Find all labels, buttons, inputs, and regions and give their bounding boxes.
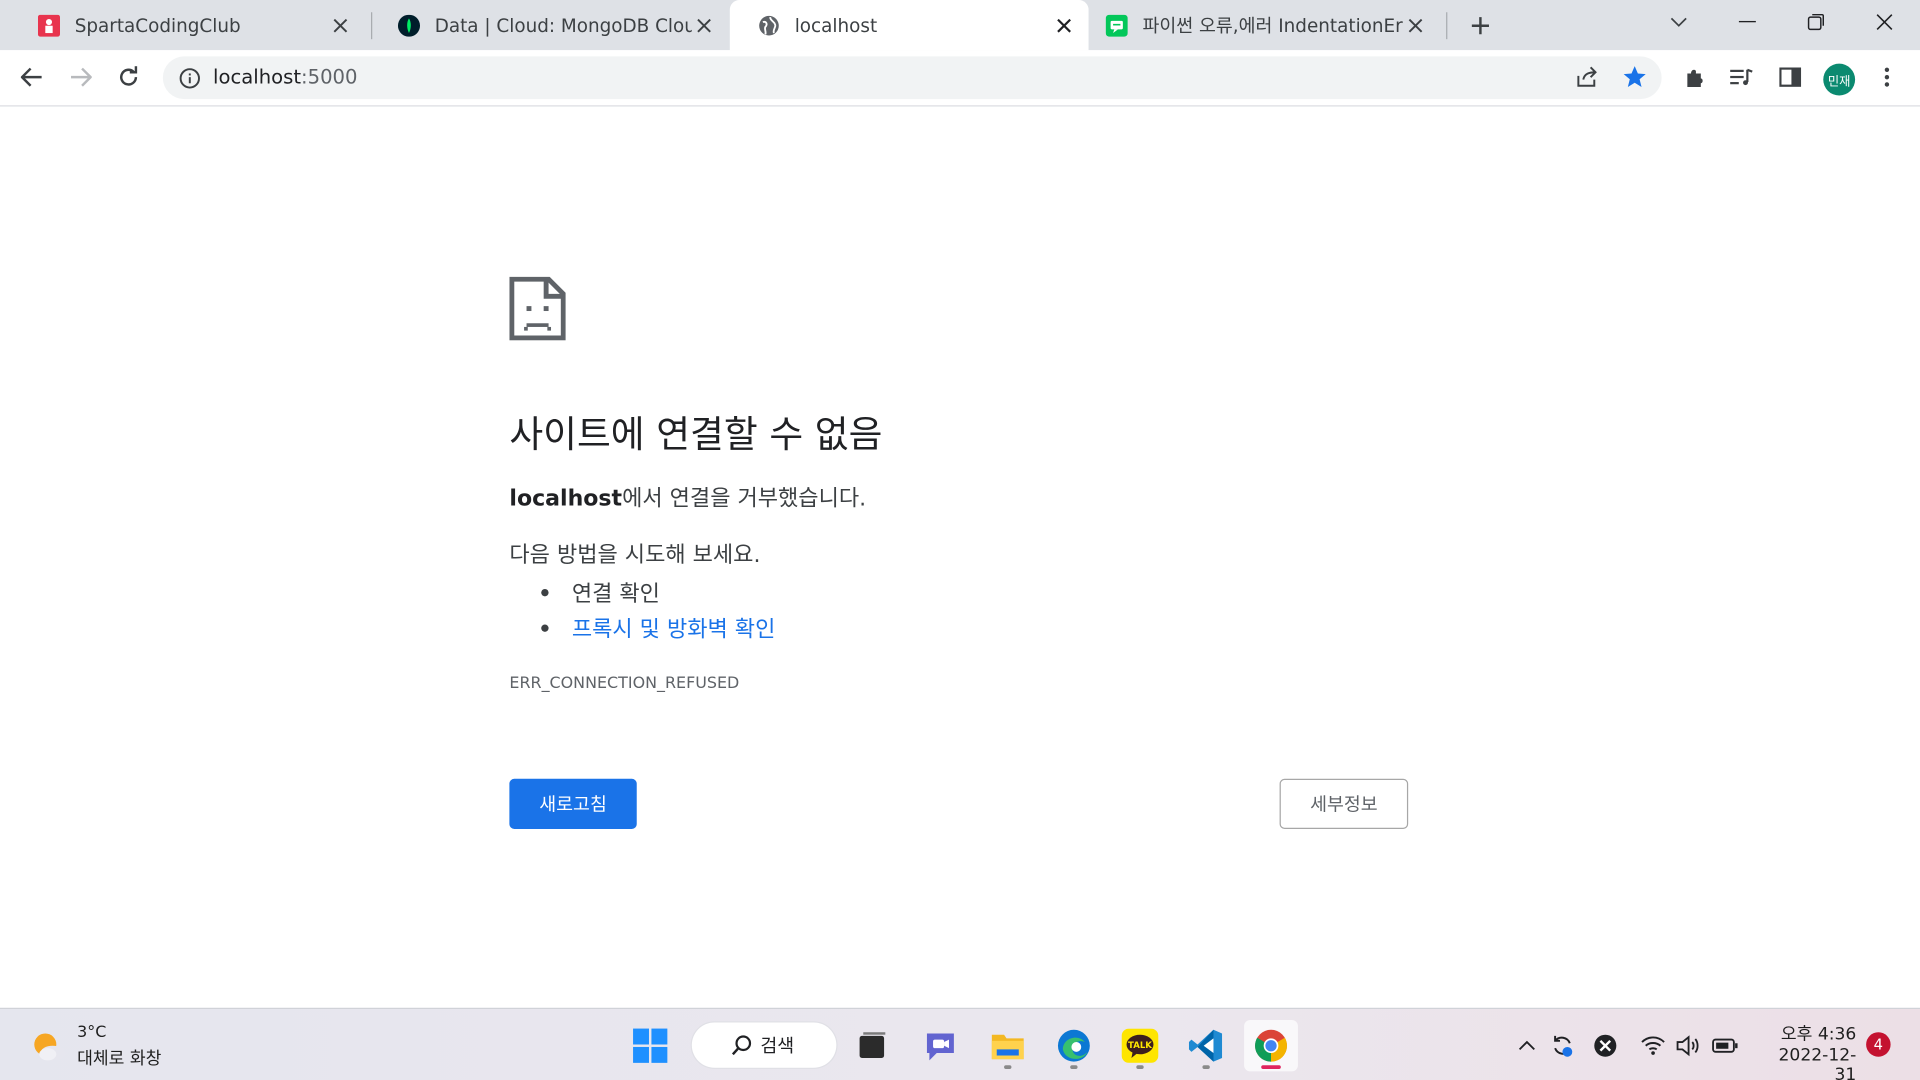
volume-icon[interactable] (1674, 1032, 1701, 1059)
share-icon[interactable] (1571, 61, 1603, 93)
mongodb-favicon-icon (397, 14, 421, 37)
app-x-icon[interactable] (1592, 1032, 1619, 1059)
error-subtitle-text: 에서 연결을 거부했습니다. (622, 486, 867, 512)
forward-button[interactable] (65, 61, 97, 93)
close-icon[interactable] (1052, 13, 1076, 37)
chrome-icon[interactable] (1244, 1020, 1298, 1072)
notification-badge[interactable]: 4 (1866, 1032, 1891, 1057)
bullet (541, 588, 549, 596)
tab-strip: SpartaCodingClub Data | Cloud: MongoDB C… (0, 0, 1920, 51)
tab-sparta[interactable]: SpartaCodingClub (10, 0, 365, 50)
suggestion-list: 연결 확인 프록시 및 방화벽 확인 (541, 574, 775, 645)
vscode-icon[interactable] (1179, 1020, 1233, 1071)
reload-page-button[interactable]: 새로고침 (509, 778, 637, 829)
new-tab-button[interactable] (1464, 10, 1496, 42)
tab-python-error[interactable]: 파이썬 오류,에러 IndentationError (1078, 0, 1440, 50)
running-indicator (1136, 1065, 1144, 1069)
url-text: localhost:5000 (213, 65, 357, 88)
suggestion-check-connection: 연결 확인 (571, 581, 660, 607)
file-explorer-icon[interactable] (981, 1020, 1035, 1071)
info-icon[interactable] (178, 66, 202, 90)
sync-icon[interactable] (1549, 1032, 1576, 1059)
search-label: 검색 (760, 1034, 795, 1057)
profile-avatar[interactable]: 민재 (1823, 63, 1856, 96)
error-page: 사이트에 연결할 수 없음 localhost에서 연결을 거부했습니다. 다음… (0, 106, 1920, 1008)
blog-favicon-icon (1105, 14, 1128, 37)
error-subtitle: localhost에서 연결을 거부했습니다. (509, 481, 866, 513)
error-code: ERR_CONNECTION_REFUSED (509, 674, 740, 694)
taskbar: 3°C 대체로 화창 검색 TALK 오후 4:36 2022-12-31 4 (0, 1007, 1920, 1080)
close-icon[interactable] (328, 13, 352, 37)
close-icon[interactable] (692, 13, 716, 37)
wifi-icon[interactable] (1640, 1032, 1667, 1059)
kakaotalk-icon[interactable]: TALK (1113, 1020, 1167, 1071)
suggestion-item: 프록시 및 방화벽 확인 (541, 610, 775, 646)
task-view-icon[interactable] (845, 1020, 899, 1071)
search-icon (731, 1034, 753, 1056)
tab-mongodb[interactable]: Data | Cloud: MongoDB Cloud (370, 0, 729, 50)
bullet (541, 623, 549, 632)
close-window-button[interactable] (1862, 5, 1906, 39)
battery-icon[interactable] (1712, 1032, 1739, 1059)
tray-chevron-up-icon[interactable] (1513, 1032, 1540, 1059)
details-button[interactable]: 세부정보 (1279, 778, 1409, 829)
bookmark-star-icon[interactable] (1619, 61, 1651, 93)
svg-text:TALK: TALK (1128, 1041, 1152, 1051)
start-button[interactable] (623, 1020, 677, 1071)
tab-search-chevron-icon[interactable] (1657, 5, 1701, 39)
try-label: 다음 방법을 시도해 보세요. (509, 542, 761, 569)
url-host: localhost (213, 64, 302, 89)
error-title: 사이트에 연결할 수 없음 (509, 413, 883, 457)
weather-desc: 대체로 화창 (77, 1049, 162, 1069)
url-port: :5000 (301, 64, 358, 89)
back-button[interactable] (16, 61, 48, 93)
address-bar[interactable]: localhost:5000 (162, 56, 1662, 100)
side-panel-icon[interactable] (1774, 61, 1806, 93)
minimize-button[interactable] (1725, 5, 1769, 39)
reload-button[interactable] (113, 61, 145, 93)
clock-date[interactable]: 2022-12-31 (1762, 1046, 1857, 1080)
running-indicator (1004, 1065, 1012, 1069)
teams-chat-icon[interactable] (913, 1020, 967, 1071)
tab-separator (1446, 12, 1448, 40)
tab-title: Data | Cloud: MongoDB Cloud (434, 14, 692, 37)
tab-title: SpartaCodingClub (74, 14, 241, 37)
tab-localhost[interactable]: localhost (729, 0, 1089, 51)
tab-title: 파이썬 오류,에러 IndentationError (1142, 14, 1404, 37)
running-indicator (1261, 1065, 1281, 1069)
clock-time[interactable]: 오후 4:36 (1773, 1021, 1856, 1045)
restore-button[interactable] (1794, 5, 1838, 39)
menu-kebab-icon[interactable] (1871, 61, 1903, 93)
tab-title: localhost (794, 14, 878, 37)
edge-icon[interactable] (1047, 1020, 1101, 1071)
suggestion-proxy-firewall-link[interactable]: 프록시 및 방화벽 확인 (572, 612, 776, 644)
sad-page-icon (509, 276, 566, 341)
sparta-favicon-icon (37, 14, 61, 37)
error-host: localhost (509, 486, 623, 512)
weather-sun-cloud-icon[interactable] (31, 1029, 68, 1066)
browser-toolbar: localhost:5000 민재 (0, 50, 1920, 107)
globe-icon (758, 14, 780, 36)
extensions-icon[interactable] (1679, 61, 1711, 93)
media-controls-icon[interactable] (1725, 61, 1757, 93)
running-indicator (1202, 1065, 1210, 1069)
close-icon[interactable] (1403, 13, 1427, 37)
running-indicator (1070, 1065, 1078, 1069)
weather-temp: 3°C (77, 1023, 107, 1043)
taskbar-search[interactable]: 검색 (691, 1022, 837, 1068)
suggestion-item: 연결 확인 (541, 574, 775, 610)
